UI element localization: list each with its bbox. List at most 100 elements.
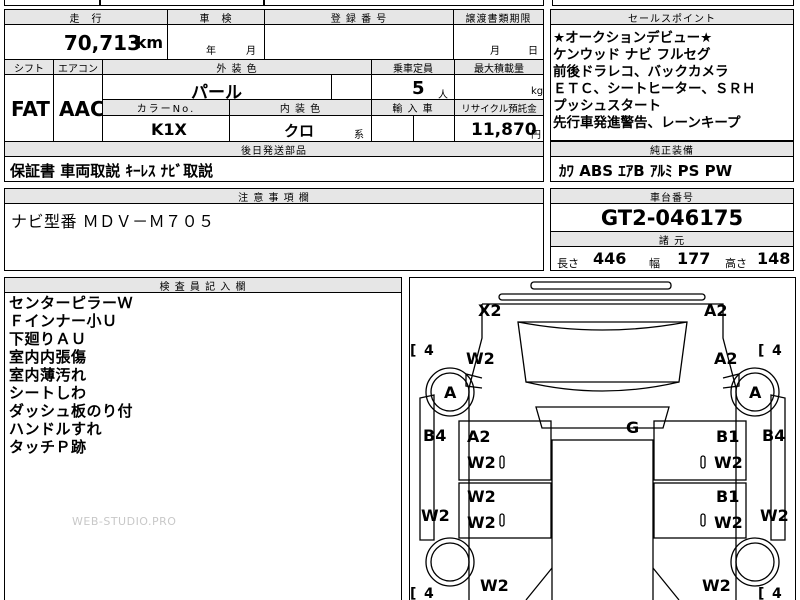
sales-points-header: セールスポイント (550, 9, 794, 25)
tire-depth: 4 (424, 586, 434, 600)
aircon-header: エアコン (53, 59, 103, 75)
capacity-value: 5 (412, 78, 425, 99)
max-load-header: 最大積載量 (454, 59, 544, 75)
aircon-cell: AAC (53, 74, 105, 142)
recycle-header: リサイクル預託金 (454, 99, 544, 116)
tire-depth: 4 (424, 343, 434, 359)
inspector-line: Ｆインナー小Ｕ (9, 312, 118, 330)
tire-bracket-right: [ (758, 343, 764, 359)
body-outline (468, 303, 737, 600)
exterior-color-extra-cell (331, 74, 372, 100)
hood (517, 321, 688, 383)
top-cut-cell (100, 0, 264, 6)
aircon-value: AAC (59, 97, 105, 121)
import-cell-b (413, 115, 455, 142)
exterior-color-cell: パール (102, 74, 332, 103)
genuine-equipment-header: 純正装備 (550, 141, 794, 157)
registration-header: 登 録 番 号 (264, 9, 454, 25)
windshield (535, 406, 670, 429)
inspector-line: ハンドルすれ (9, 420, 103, 438)
tire-depth: 4 (772, 343, 782, 359)
damage-mark: B1 (716, 487, 739, 506)
damage-mark: W2 (760, 506, 789, 525)
chassis-value: GT2-046175 (600, 206, 744, 230)
width-value: 177 (677, 249, 711, 268)
car-outline-svg: X2 A2 W2 A2 A A G A2 B1 B4 B4 W2 W2 W2 B… (410, 281, 789, 600)
car-damage-diagram: X2 A2 W2 A2 A A G A2 B1 B4 B4 W2 W2 W2 B… (409, 277, 796, 600)
import-header: 輸 入 車 (371, 99, 455, 116)
max-load-cell: kg (454, 74, 544, 100)
damage-mark: W2 (467, 513, 496, 532)
front-bumper-strip (498, 293, 706, 301)
height-value: 148 (757, 249, 791, 268)
width-label: 幅 (649, 257, 660, 270)
interior-color-suffix: 系 (354, 130, 364, 141)
sales-point-line: プッシュスタート (553, 98, 661, 114)
damage-mark: G (626, 418, 639, 437)
mileage-header: 走 行 (4, 9, 168, 25)
damage-mark: A2 (467, 427, 491, 446)
damage-mark: W2 (466, 349, 495, 368)
height-label: 高さ (725, 257, 747, 270)
inspection-year-unit: 年 (206, 46, 216, 57)
later-parts-value: 保証書 車両取説 ｷｰﾚｽ ﾅﾋﾞ取説 (10, 162, 214, 180)
inspection-header: 車 検 (167, 9, 265, 25)
hood-line (525, 381, 680, 392)
damage-mark: W2 (714, 513, 743, 532)
dimensions-cell: 長さ 446 幅 177 高さ 148 (550, 246, 794, 271)
interior-color-cell: クロ 系 (229, 115, 372, 142)
damage-mark: A2 (704, 301, 728, 320)
top-cut-cell (264, 0, 544, 6)
damage-mark: B4 (423, 426, 446, 445)
door-handle (499, 455, 505, 469)
sales-point-line: 先行車発進警告、レーンキープ (553, 115, 741, 131)
sales-point-line: ★オークションデビュー★ (553, 30, 713, 46)
door-handle (700, 455, 706, 469)
watermark: WEB-STUDIO.PRO (72, 515, 177, 528)
inspection-cell: 年 月 (167, 24, 265, 60)
sales-point-line: ＥＴＣ、シートヒーター、ＳＲＨ (553, 81, 756, 97)
damage-mark: W2 (714, 453, 743, 472)
dimensions-header: 諸 元 (550, 231, 794, 247)
top-cut-cell (552, 0, 794, 6)
length-value: 446 (593, 249, 627, 268)
wheel-rear-left (425, 537, 475, 587)
transfer-cell: 月 日 (453, 24, 544, 60)
damage-mark: B4 (762, 426, 785, 445)
roof (551, 439, 654, 600)
inspector-header: 検 査 員 記 入 欄 (4, 277, 402, 293)
inspector-line: タッチＰ跡 (9, 438, 87, 456)
notes-value: ナビ型番 ＭＤＶ－Ｍ７０５ (11, 212, 215, 231)
transfer-day-unit: 日 (528, 46, 538, 57)
color-no-cell: K1X (102, 115, 230, 142)
sales-points-list: ★オークションデビュー★ ケンウッド ナビ フルセグ 前後ドラレコ、バックカメラ… (550, 24, 794, 141)
color-no-header: カラーNo. (102, 99, 230, 116)
tire-bracket-left: [ (410, 586, 416, 600)
transfer-header: 譲渡書類期限 (453, 9, 544, 25)
shift-value: FAT (11, 97, 50, 121)
wheel-rear-left-inner (430, 542, 470, 582)
wheel-rear-right-inner (735, 542, 775, 582)
inspector-line: シートしわ (9, 384, 87, 402)
import-cell-a (371, 115, 414, 142)
inspector-line: ダッシュ板のり付 (9, 402, 134, 420)
inspector-notes: センターピラーＷ Ｆインナー小Ｕ 下廻りＡＵ 室内内張傷 室内薄汚れ シートしわ… (4, 292, 402, 600)
door-handle (700, 513, 706, 527)
damage-mark: A (444, 383, 457, 402)
exterior-color-header: 外 装 色 (102, 59, 372, 75)
door-handle (499, 513, 505, 527)
damage-mark: W2 (702, 576, 731, 595)
recycle-value: 11,870 (471, 120, 537, 140)
interior-color-value: クロ (284, 122, 315, 140)
sales-point-line: 前後ドラレコ、バックカメラ (553, 64, 729, 80)
inspector-line: センターピラーＷ (9, 294, 134, 312)
tire-bracket-left: [ (410, 343, 416, 359)
hood-line (517, 321, 688, 331)
damage-mark: A2 (714, 349, 738, 368)
rear-pillar (525, 567, 680, 600)
recycle-unit: 円 (531, 130, 541, 141)
genuine-equipment-cell: ｶﾜ ABS ｴｱB ｱﾙﾐ PS PW (550, 156, 794, 182)
inspector-line: 下廻りＡＵ (9, 330, 87, 348)
top-cut-cell (4, 0, 100, 6)
notes-cell: ナビ型番 ＭＤＶ－Ｍ７０５ (4, 203, 544, 271)
